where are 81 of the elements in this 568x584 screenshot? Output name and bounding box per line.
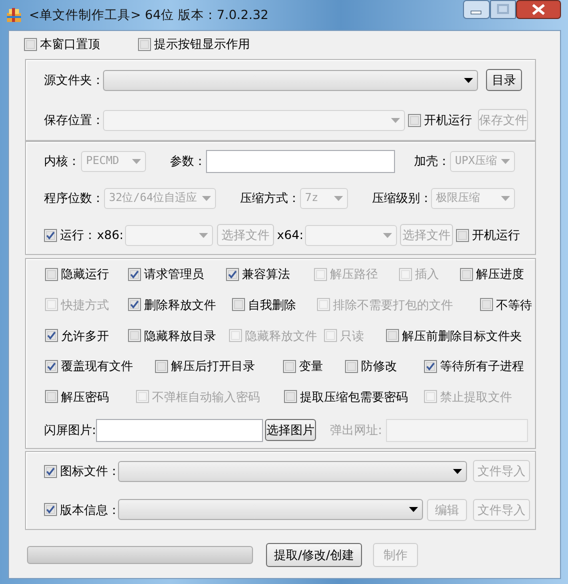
checkbox-label: 解压路径 (330, 266, 378, 284)
field-label: 压缩方式： (240, 190, 298, 208)
checkbox[interactable] (232, 298, 245, 312)
checkbox-label: 禁止提取文件 (440, 388, 512, 406)
dropdown-arrow-icon[interactable] (464, 78, 473, 82)
checkbox[interactable] (460, 268, 473, 281)
field-label: 闪屏图片: (44, 422, 96, 440)
field-label: 加壳： (414, 153, 448, 170)
checkbox-label: 解压前删除目标文件夹 (402, 328, 522, 345)
checkbox-label: 快捷方式 (61, 296, 109, 314)
checkbox[interactable] (45, 360, 58, 373)
maximize-button[interactable] (490, 0, 516, 19)
checkbox-label: 兼容算法 (242, 266, 290, 284)
checkbox[interactable] (408, 114, 421, 126)
button[interactable]: 提取/修改/创建 (266, 543, 362, 567)
checkbox[interactable] (345, 360, 358, 373)
checkbox-label: 自我删除 (248, 296, 296, 314)
dropdown-arrow-icon[interactable] (453, 468, 462, 474)
checkbox-label: 解压进度 (476, 266, 524, 284)
checkbox-label: 变量 (299, 358, 323, 376)
checkbox-label: 不弹框自动输入密码 (152, 388, 260, 406)
checkbox[interactable] (44, 228, 57, 242)
button[interactable]: 选择图片 (265, 419, 316, 442)
button[interactable]: 目录 (486, 69, 522, 91)
checkbox-label: 插入 (415, 266, 439, 284)
checkbox[interactable] (226, 268, 239, 281)
checkbox-label: 删除释放文件 (144, 296, 216, 314)
checkbox-label: 本窗口置顶 (40, 36, 100, 53)
checkbox[interactable] (138, 38, 151, 50)
checkbox-label: 只读 (340, 328, 364, 345)
checkbox[interactable] (44, 464, 57, 478)
checkbox[interactable] (386, 329, 399, 342)
checkbox-label: 版本信息： (60, 502, 120, 519)
checkbox[interactable] (44, 503, 57, 516)
field-label: 内核： (44, 153, 78, 170)
checkbox[interactable] (45, 268, 58, 281)
checkbox-label: 提示按钮显示作用 (154, 36, 250, 53)
window-title: <单文件制作工具> 64位 版本：7.0.2.32 (29, 6, 268, 24)
checkbox[interactable] (284, 390, 297, 404)
checkbox-label: 不等待 (496, 296, 532, 314)
checkbox[interactable] (424, 360, 437, 373)
checkbox-label: 图标文件： (60, 463, 120, 480)
checkbox-label: 等待所有子进程 (440, 358, 524, 376)
checkbox[interactable] (24, 38, 37, 50)
checkbox[interactable] (480, 298, 493, 312)
field-label: 压缩级别： (372, 190, 430, 208)
checkbox[interactable] (45, 390, 58, 404)
checkbox[interactable] (283, 360, 296, 373)
checkbox-label: 请求管理员 (144, 266, 204, 284)
checkbox[interactable] (155, 360, 168, 373)
field-label: 弹出网址: (330, 422, 384, 440)
checkbox[interactable] (45, 329, 58, 342)
checkbox[interactable] (128, 298, 141, 312)
checkbox-label: 隐藏释放目录 (144, 328, 216, 345)
checkbox-label: 覆盖现有文件 (61, 358, 133, 376)
checkbox-label: 开机运行 (424, 112, 472, 129)
checkbox-label: 排除不需要打包的文件 (333, 296, 453, 314)
field-label: x86: (97, 227, 123, 244)
checkbox-label: 开机运行 (472, 227, 520, 244)
field-label: x64: (277, 227, 304, 244)
close-button[interactable] (516, 0, 561, 19)
checkbox[interactable] (456, 228, 469, 242)
checkbox[interactable] (128, 268, 141, 281)
checkbox-label: 防修改 (361, 358, 397, 376)
input-field[interactable] (96, 418, 263, 442)
checkbox-label: 解压后打开目录 (171, 358, 255, 376)
minimize-button[interactable] (463, 0, 490, 19)
field-label: 程序位数： (44, 190, 100, 208)
checkbox[interactable] (128, 329, 141, 342)
checkbox-label: 运行： (60, 227, 96, 244)
input-field[interactable] (206, 150, 395, 173)
checkbox-label: 提取压缩包需要密码 (300, 388, 408, 406)
dropdown-arrow-icon[interactable] (409, 507, 418, 512)
checkbox-label: 允许多开 (61, 328, 109, 345)
checkbox-label: 隐藏运行 (61, 266, 109, 284)
field-label: 参数： (170, 153, 204, 170)
field-label: 源文件夹： (44, 72, 102, 89)
app-icon (5, 6, 23, 24)
checkbox-label: 隐藏释放文件 (245, 328, 317, 345)
checkbox-label: 解压密码 (61, 388, 109, 406)
field-label: 保存位置： (44, 112, 102, 129)
